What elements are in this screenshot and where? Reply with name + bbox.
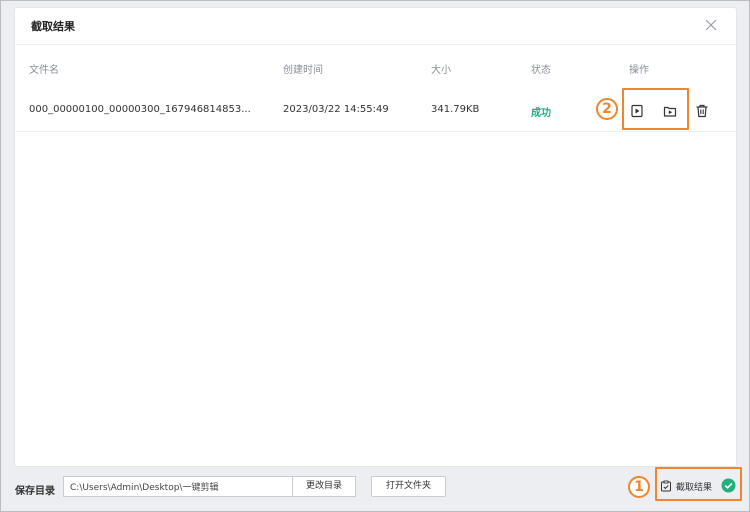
cell-created: 2023/03/22 14:55:49	[283, 104, 389, 115]
save-path-field[interactable]	[63, 476, 293, 497]
dialog-title: 截取结果	[31, 20, 75, 33]
bottom-bar: 保存目录 更改目录 打开文件夹 1 截取结果	[0, 467, 750, 512]
clipboard-check-icon	[661, 480, 671, 492]
status-badge: 成功	[531, 108, 551, 119]
dialog-header: 截取结果	[15, 8, 736, 44]
cell-size: 341.79KB	[431, 104, 480, 115]
trash-icon[interactable]	[694, 103, 710, 119]
annotation-box-actions	[622, 88, 689, 130]
column-header-status: 状态	[531, 65, 551, 76]
change-directory-button[interactable]: 更改目录	[292, 476, 356, 497]
open-folder-button[interactable]: 打开文件夹	[371, 476, 446, 497]
success-check-icon	[721, 478, 736, 493]
capture-results-label: 截取结果	[676, 483, 713, 493]
close-icon[interactable]	[704, 18, 718, 32]
capture-results-dialog: 截取结果 文件名 创建时间 大小 状态 操作 000_00000100_0000…	[15, 8, 736, 466]
column-header-size: 大小	[431, 65, 451, 76]
column-header-actions: 操作	[629, 65, 649, 76]
header-divider	[15, 44, 736, 45]
column-header-created: 创建时间	[283, 65, 323, 76]
cell-filename: 000_00000100_00000300_167946814853...	[29, 104, 251, 115]
save-directory-label: 保存目录	[15, 486, 55, 497]
annotation-marker-2: 2	[596, 98, 618, 120]
column-header-filename: 文件名	[29, 65, 59, 76]
annotation-marker-1: 1	[628, 476, 650, 498]
